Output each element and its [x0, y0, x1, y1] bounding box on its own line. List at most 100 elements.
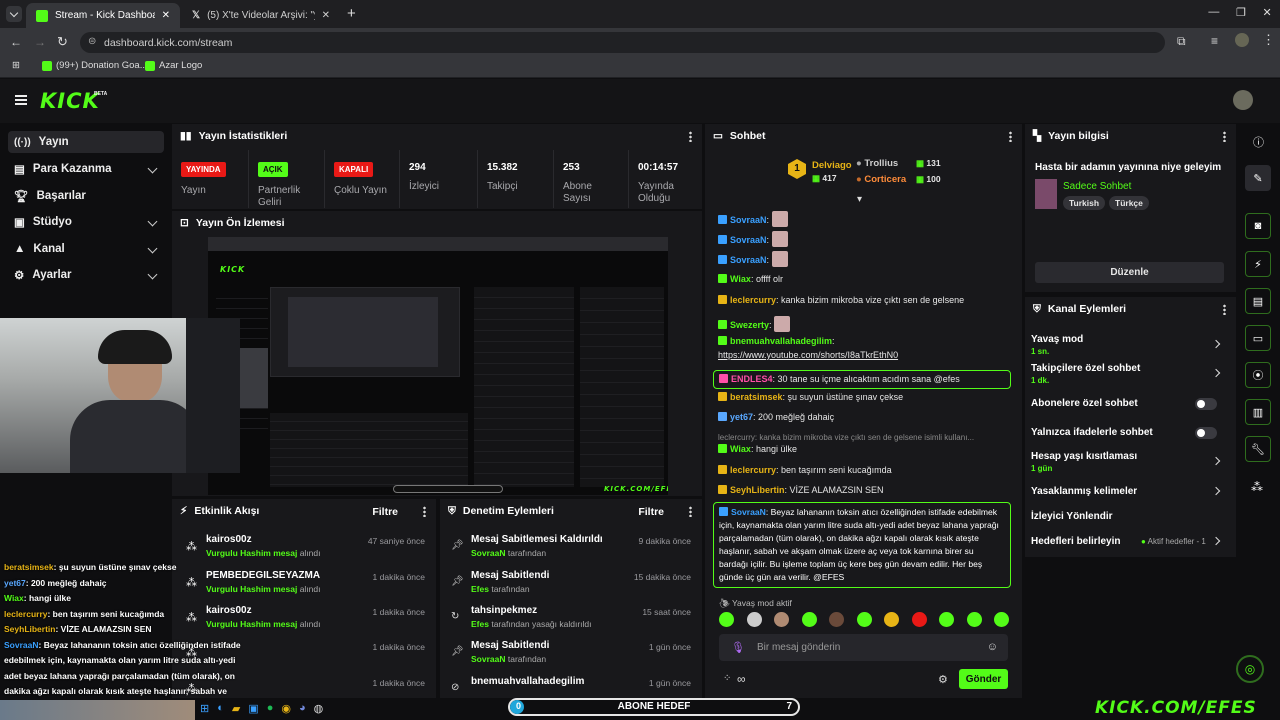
moderation-item[interactable]: 📌︎ Mesaj Sabitlendi Efes tarafından 15 daki… — [443, 570, 699, 606]
queue-icon[interactable]: ≡ — [1211, 34, 1218, 48]
more-icon[interactable] — [1009, 131, 1012, 142]
sidebar-item-yayin[interactable]: ((·)) Yayın — [8, 131, 164, 153]
chat-input[interactable]: 🎙︎ Bir mesaj gönderin ☺ — [719, 634, 1008, 661]
chat-username[interactable]: SeyhLibertin — [730, 485, 785, 495]
more-icon[interactable] — [1223, 131, 1226, 142]
emote-only-toggle[interactable] — [1195, 427, 1217, 439]
emote-button[interactable] — [884, 612, 899, 627]
second-gifter[interactable]: ● Trollius — [856, 158, 898, 169]
chat-message[interactable]: SeyhLibertin: VİZE ALAMAZSIN SEN — [718, 484, 1008, 497]
close-icon[interactable]: ✕ — [322, 10, 330, 21]
action-set-goals[interactable]: Hedefleri belirleyin ● Aktif hedefler - 1 — [1031, 536, 1227, 560]
chat-username[interactable]: Swezerty — [730, 320, 769, 330]
wrench-icon[interactable]: 🔧︎ — [1245, 436, 1271, 462]
bolt-rail-icon[interactable]: ⚡︎ — [1245, 251, 1271, 277]
emote-button[interactable] — [856, 612, 872, 627]
emote-button[interactable] — [966, 612, 982, 627]
subscribers-only-toggle[interactable] — [1195, 398, 1217, 410]
folder-icon[interactable]: ▰ — [232, 702, 240, 715]
tab-kick-dashboard[interactable]: Stream - Kick Dashboard ✕ — [26, 3, 180, 28]
back-button[interactable]: ← — [10, 35, 22, 49]
kick-logo[interactable]: KICK — [40, 89, 100, 113]
chat-message[interactable]: leclercurry: kanka bizim mikroba vize çı… — [718, 294, 1008, 307]
filter-button[interactable]: Filtre — [638, 506, 664, 518]
action-slow-mode[interactable]: Yavaş mod 1 sn. — [1031, 334, 1227, 358]
emote-button[interactable] — [774, 612, 789, 627]
chat-username[interactable]: SovraaN — [730, 215, 767, 225]
sidebar-item-para-kazanma[interactable]: ▤ Para Kazanma — [8, 158, 164, 180]
emote-button[interactable] — [911, 612, 927, 627]
connections-icon[interactable]: ⁂ — [1251, 480, 1263, 494]
chat-message[interactable]: yet67: 200 meğleğ dahaiç — [718, 411, 1008, 424]
chat-message[interactable]: leclercurry: ben taşırım seni kucağımda — [718, 464, 1008, 477]
camera-icon[interactable]: ◙ — [1245, 213, 1271, 239]
chat-message[interactable]: SovraaN: — [718, 231, 1008, 247]
more-icon[interactable] — [689, 131, 692, 142]
sidebar-item-basarilar[interactable]: 🏆︎ Başarılar — [8, 185, 164, 207]
spotify-icon[interactable]: ● — [267, 702, 274, 715]
chat-message[interactable]: Swezerty: — [718, 316, 1008, 332]
emote-button[interactable] — [829, 612, 844, 627]
action-emote-only[interactable]: Yalnızca ifadelerle sohbet — [1031, 427, 1227, 451]
bookmark-donation[interactable]: (99+) Donation Goa... — [42, 60, 148, 71]
pencil-icon[interactable]: ✎ — [1245, 165, 1271, 191]
chat-bubble-icon[interactable]: ▭ — [1245, 325, 1271, 351]
emote-button[interactable] — [939, 612, 954, 627]
chat-username[interactable]: leclercurry — [730, 465, 776, 475]
chat-username[interactable]: SovraaN — [731, 507, 766, 517]
browser-menu-icon[interactable]: ⋮ — [1262, 32, 1275, 48]
chat-message[interactable]: bnemuahvallahadegilim: — [718, 335, 1008, 348]
chat-username[interactable]: Wiax — [730, 444, 751, 454]
chat-message[interactable]: SovraaN: — [718, 251, 1008, 267]
new-tab-button[interactable]: + — [347, 5, 356, 22]
points-icon[interactable]: ⁘ — [723, 673, 731, 684]
user-avatar[interactable] — [1233, 90, 1253, 110]
moderation-item[interactable]: 📌︎ Mesaj Sabitlendi SovraaN tarafından 1 gü… — [443, 640, 699, 676]
chat-username[interactable]: ENDLES4 — [731, 374, 773, 384]
chat-username[interactable]: bnemuahvallahadegilim — [730, 336, 832, 346]
top-gifter-name[interactable]: Delviago — [812, 160, 852, 171]
chat-username[interactable]: beratsimsek — [730, 392, 783, 402]
expand-leaderboard-icon[interactable]: ▾ — [857, 194, 862, 205]
tab-x-videos[interactable]: 𝕏 (5) X'te Videolar Arşivi: "yakup ✕ — [182, 3, 340, 28]
maximize-button[interactable]: ❐ — [1236, 6, 1246, 19]
apps-grid-icon[interactable]: ⊞ — [12, 60, 20, 71]
sidebar-item-ayarlar[interactable]: ⚙ Ayarlar — [8, 264, 164, 286]
chat-username[interactable]: yet67 — [730, 412, 753, 422]
more-icon[interactable] — [689, 506, 692, 517]
pinned-message[interactable]: SovraaN: Beyaz lahananın toksin atıcı öz… — [713, 502, 1011, 588]
store-icon[interactable]: ▣ — [248, 702, 258, 715]
document-icon[interactable]: ▤ — [1245, 288, 1271, 314]
reload-button[interactable]: ↻ — [57, 34, 68, 50]
bookmark-azar-logo[interactable]: Azar Logo — [145, 60, 202, 71]
emote-button[interactable] — [994, 612, 1009, 627]
window-close-button[interactable]: ✕ — [1262, 6, 1271, 19]
profile-avatar[interactable] — [1235, 33, 1249, 47]
info-icon[interactable]: ⓘ — [1253, 134, 1264, 150]
moderation-item[interactable]: ↻ tahsinpekmez Efes tarafından yasağı kald… — [443, 605, 699, 641]
site-info-icon[interactable]: ⊜ — [88, 36, 96, 47]
third-gifter[interactable]: ● Corticera — [856, 174, 906, 185]
action-redirect-viewers[interactable]: İzleyici Yönlendir — [1031, 511, 1227, 535]
chat-username[interactable]: Wiax — [730, 274, 751, 284]
emote-button[interactable] — [719, 612, 734, 627]
chat-username[interactable]: SovraaN — [730, 235, 767, 245]
more-icon[interactable] — [423, 506, 426, 517]
chrome-icon[interactable]: ◉ — [281, 702, 291, 715]
windows-icon[interactable]: ⊞ — [200, 702, 209, 715]
minimize-button[interactable]: — — [1208, 6, 1219, 19]
moderation-item[interactable]: 📌︎ Mesaj Sabitlemesi Kaldırıldı SovraaN ta… — [443, 534, 699, 570]
chat-message[interactable]: ENDLES4: 30 tane su içme alıcaktım acıdı… — [713, 370, 1011, 389]
url-field[interactable]: ⊜ dashboard.kick.com/stream — [80, 32, 1165, 53]
obs-icon[interactable]: ◍ — [314, 702, 324, 715]
forward-button[interactable]: → — [34, 35, 46, 49]
tab-search-button[interactable] — [6, 6, 22, 22]
category-name[interactable]: Sadece Sohbet — [1063, 181, 1131, 192]
browser-rail-icon[interactable]: ▥ — [1245, 399, 1271, 425]
hamburger-menu-icon[interactable] — [15, 95, 27, 105]
close-icon[interactable]: ✕ — [162, 10, 170, 21]
emoji-icon[interactable]: ☺ — [987, 641, 998, 653]
infinity-icon[interactable]: ∞ — [737, 672, 746, 686]
action-followers-only[interactable]: Takipçilere özel sohbet 1 dk. — [1031, 363, 1227, 387]
microphone-icon[interactable]: 🎙︎ — [731, 641, 745, 654]
